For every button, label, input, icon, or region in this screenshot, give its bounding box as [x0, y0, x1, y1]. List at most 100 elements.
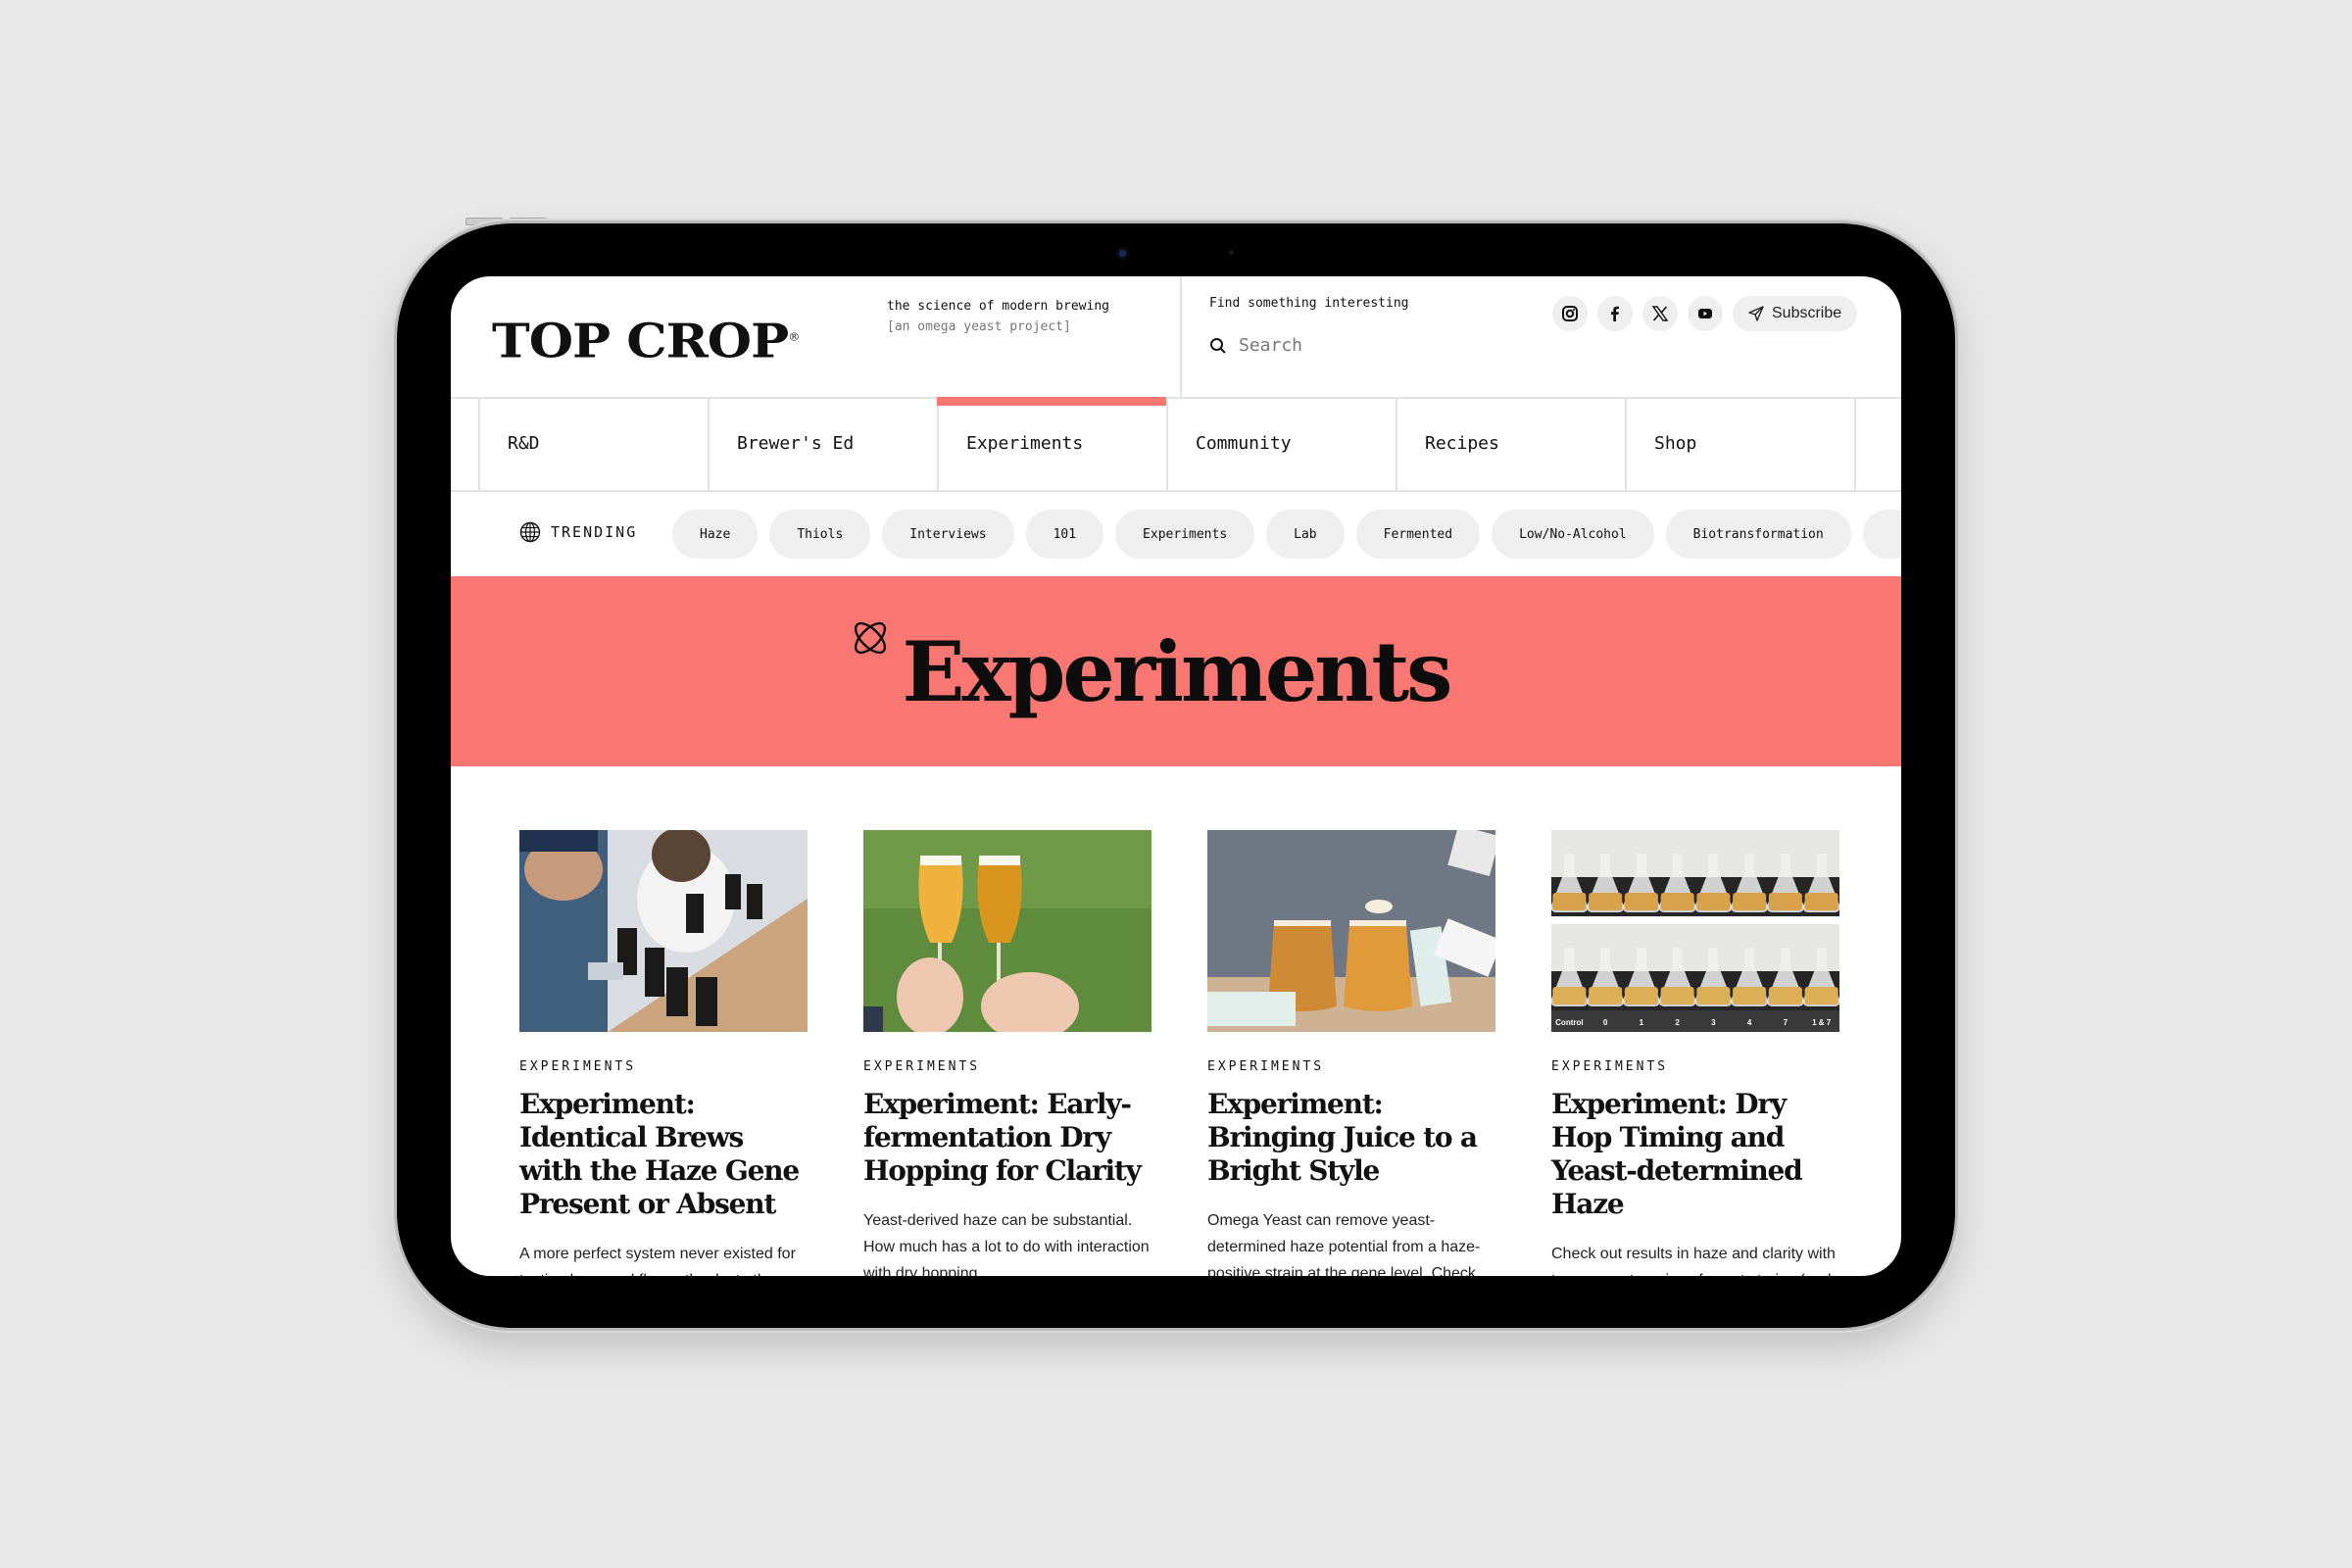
tag-chip[interactable]: 101: [1025, 510, 1104, 559]
flask-liquid: [1804, 893, 1838, 910]
tag-chip-overflow[interactable]: [1862, 510, 1901, 559]
tag-chip[interactable]: Fermented: [1355, 510, 1481, 559]
ambient-sensor: [1229, 250, 1234, 255]
screen: TOP CROP® the science of modern brewing …: [451, 276, 1901, 1276]
tag-chip[interactable]: Interviews: [882, 510, 1014, 559]
social-links: Subscribe: [1552, 296, 1858, 331]
logo-text: TOP CROP: [492, 314, 789, 369]
nav-label: Brewer's Ed: [737, 433, 855, 454]
flask-liquid: [1660, 893, 1694, 910]
x-icon: [1651, 306, 1669, 321]
flask-liquid: [1552, 893, 1587, 910]
search-icon: [1210, 337, 1226, 354]
nav-item-overflow[interactable]: [1854, 397, 1901, 490]
flask-liquid: [1733, 893, 1767, 910]
beer-packets-photo: [1207, 830, 1495, 1032]
article-image-bright-style[interactable]: [1207, 830, 1495, 1032]
flask-liquid: [1589, 893, 1623, 910]
flask-liquid: [1660, 987, 1694, 1004]
flask-liquid: [1624, 893, 1658, 910]
search-input[interactable]: [1239, 335, 1494, 356]
article-excerpt: A more perfect system never existed for …: [519, 1246, 796, 1276]
article-card[interactable]: EXPERIMENTS Experiment: Identical Brews …: [519, 830, 808, 1276]
flask-liquid: [1804, 987, 1838, 1004]
flask-label: 2: [1675, 1018, 1680, 1027]
flask-label: 3: [1711, 1018, 1716, 1027]
nav-label: Shop: [1654, 433, 1697, 454]
article-category: EXPERIMENTS: [1551, 1059, 1669, 1074]
nav-item-experiments[interactable]: Experiments: [937, 397, 1166, 490]
article-category: EXPERIMENTS: [1207, 1059, 1325, 1074]
flask-label: Control: [1555, 1018, 1583, 1027]
nav-item-rnd[interactable]: R&D: [478, 397, 708, 490]
flask-liquid: [1768, 987, 1802, 1004]
flask-liquid: [1696, 893, 1731, 910]
article-title[interactable]: Experiment: Identical Brews with the Haz…: [519, 1088, 808, 1221]
article-excerpt: Omega Yeast can remove yeast-determined …: [1207, 1212, 1481, 1276]
category-hero: Experiments: [451, 576, 1901, 766]
tagline: the science of modern brewing: [887, 299, 1109, 314]
article-excerpt: Yeast-derived haze can be substantial. H…: [863, 1212, 1150, 1276]
search-label: Find something interesting: [1209, 296, 1409, 311]
nav-item-recipes[interactable]: Recipes: [1396, 397, 1625, 490]
flask-liquid: [1733, 987, 1767, 1004]
article-image-tasting[interactable]: [519, 830, 808, 1032]
trending-tags: Haze Thiols Interviews 101 Experiments L…: [672, 510, 1901, 559]
subscribe-button[interactable]: Subscribe: [1733, 296, 1858, 331]
flask-label: 4: [1747, 1018, 1752, 1027]
article-image-glasses[interactable]: [863, 830, 1152, 1032]
tag-chip[interactable]: Haze: [672, 510, 759, 559]
article-card[interactable]: Control 0 1 2 3 4 7 1 & 7 EXPERIMENTS Experimen…: [1551, 830, 1839, 1276]
article-card[interactable]: EXPERIMENTS Experiment: Bringing Juice t…: [1207, 830, 1495, 1276]
x-button[interactable]: [1642, 296, 1678, 331]
flask-liquid: [1589, 987, 1623, 1004]
article-image-flasks[interactable]: Control 0 1 2 3 4 7 1 & 7: [1551, 830, 1839, 1032]
page-title: Experiments: [902, 622, 1453, 720]
tag-chip[interactable]: Low/No-Alcohol: [1492, 510, 1654, 559]
flask-liquid: [1552, 987, 1587, 1004]
article-excerpt: Check out results in haze and clarity wi…: [1551, 1246, 1836, 1276]
glasses-photo: [863, 830, 1152, 1032]
tag-chip[interactable]: Experiments: [1115, 510, 1255, 559]
front-camera: [1119, 250, 1126, 257]
subscribe-label: Subscribe: [1772, 305, 1842, 321]
article-title[interactable]: Experiment: Bringing Juice to a Bright S…: [1207, 1088, 1495, 1188]
site-header: TOP CROP® the science of modern brewing …: [451, 276, 1901, 399]
facebook-icon: [1611, 306, 1619, 321]
nav-label: R&D: [508, 433, 540, 454]
tag-chip[interactable]: Biotransformation: [1665, 510, 1851, 559]
instagram-button[interactable]: [1552, 296, 1588, 331]
nav-item-brewers-ed[interactable]: Brewer's Ed: [708, 397, 937, 490]
article-card[interactable]: EXPERIMENTS Experiment: Early-fermentati…: [863, 830, 1152, 1276]
flask-label: 0: [1603, 1018, 1608, 1027]
instagram-icon: [1562, 306, 1578, 321]
registered-mark: ®: [788, 330, 800, 344]
facebook-button[interactable]: [1597, 296, 1633, 331]
article-category: EXPERIMENTS: [519, 1059, 637, 1074]
site-logo[interactable]: TOP CROP®: [492, 314, 800, 369]
trending-bar: TRENDING Haze Thiols Interviews 101 Expe…: [451, 492, 1901, 576]
tagline-sub: [an omega yeast project]: [887, 319, 1071, 334]
flask-liquid: [1696, 987, 1731, 1004]
tag-chip[interactable]: Lab: [1266, 510, 1345, 559]
nav-item-community[interactable]: Community: [1166, 397, 1396, 490]
tagline-block: the science of modern brewing [an omega …: [887, 296, 1109, 337]
nav-item-shop[interactable]: Shop: [1625, 397, 1854, 490]
flask-label: 1 & 7: [1812, 1018, 1832, 1027]
article-grid: EXPERIMENTS Experiment: Identical Brews …: [519, 830, 1839, 1276]
nav-label: Community: [1196, 433, 1292, 454]
article-title[interactable]: Experiment: Early-fermentation Dry Hoppi…: [863, 1088, 1152, 1188]
tag-chip[interactable]: Thiols: [769, 510, 871, 559]
main-nav: R&D Brewer's Ed Experiments Community Re…: [451, 397, 1901, 492]
nav-label: Recipes: [1425, 433, 1499, 454]
youtube-button[interactable]: [1688, 296, 1723, 331]
search-bar: [1209, 335, 1494, 356]
tasting-photo: [519, 830, 808, 1032]
trending-label: TRENDING: [519, 521, 637, 543]
article-category: EXPERIMENTS: [863, 1059, 981, 1074]
article-title[interactable]: Experiment: Dry Hop Timing and Yeast-det…: [1551, 1088, 1839, 1221]
header-divider: [1180, 276, 1182, 397]
flask-liquid: [1768, 893, 1802, 910]
send-icon: [1748, 306, 1764, 321]
atom-icon: [854, 621, 886, 654]
